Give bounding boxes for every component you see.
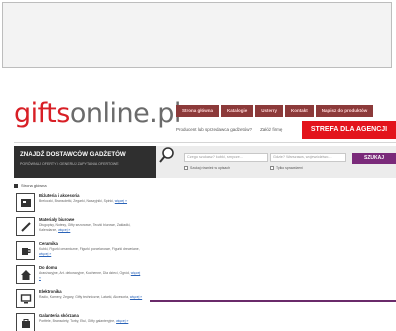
checkbox-icon[interactable] — [270, 166, 274, 170]
producer-question: Producent lub sprzedawca gadżetów? — [176, 127, 253, 132]
nav-tab-katalogie[interactable]: Katalogie — [221, 105, 254, 117]
category-title[interactable]: Do domu — [39, 265, 143, 270]
category-item[interactable]: Ceramika Kubki, Figurki ceramiczne, Figu… — [14, 239, 146, 262]
category-title[interactable]: Galanteria skórzana — [39, 313, 143, 318]
site-logo[interactable]: giftsonline.pl — [14, 100, 181, 127]
header-divider — [14, 142, 396, 143]
logo-part-online: online.pl — [69, 98, 182, 129]
search-query-input[interactable]: Czego szukasz? kubki, smycze... — [184, 153, 268, 162]
magnifier-icon — [159, 147, 174, 163]
nav-tab-napisz[interactable]: Napisz do produktów — [315, 105, 374, 117]
verified-only-checkbox[interactable]: Tylko sprawdzeni — [270, 166, 303, 170]
category-item[interactable]: Biżuteria i akcesoria Breloczki, Bransol… — [14, 191, 146, 214]
category-item[interactable]: Galanteria skórzana Portfele, Bransolety… — [14, 311, 146, 331]
category-title[interactable]: Ceramika — [39, 241, 143, 246]
bag-icon — [16, 313, 35, 331]
home-icon — [14, 183, 18, 188]
breadcrumb: Strona główna — [14, 183, 47, 188]
agency-zone-button[interactable]: STREFA DLA AGENCJI — [302, 121, 396, 139]
checkbox-label: Szukaj również w opisach — [190, 166, 231, 170]
category-desc: Długopisy, Notesy, Gifty sezonowe, Teczk… — [39, 223, 131, 232]
category-more-link[interactable]: więcej » — [115, 199, 127, 203]
mug-icon — [16, 241, 35, 260]
category-desc: Radio, Kamery, Zegary, Gifty techniczne,… — [39, 295, 129, 299]
subnav: Producent lub sprzedawca gadżetów? Załóż… — [176, 127, 282, 132]
pen-icon — [16, 217, 35, 236]
category-item[interactable]: Do domu Aranżacyjne, Art. dekoracyjne, K… — [14, 263, 146, 286]
content-divider — [150, 300, 396, 302]
card-icon — [16, 193, 35, 212]
nav-tab-home[interactable]: Strona główna — [176, 105, 220, 117]
category-title[interactable]: Materiały biurowe — [39, 217, 143, 222]
category-desc: Breloczki, Bransoletki, Zegarki, Naszyjn… — [39, 199, 114, 203]
nav-tab-usterry[interactable]: Usterry — [255, 105, 284, 117]
category-desc: Aranżacyjne, Art. dekoracyjne, Kuchenne,… — [39, 271, 130, 275]
search-descriptions-checkbox[interactable]: Szukaj również w opisach — [184, 166, 230, 170]
logo-part-gifts: gifts — [14, 98, 70, 129]
top-ad-banner — [2, 2, 392, 68]
search-headline-box: ZNAJDŹ DOSTAWCÓW GADŻETÓW PORÓWNUJ OFERT… — [14, 146, 156, 178]
category-more-link[interactable]: więcej » — [58, 228, 70, 232]
checkbox-icon[interactable] — [184, 166, 188, 170]
register-link[interactable]: Załóż firmę — [260, 127, 282, 132]
monitor-icon — [16, 289, 35, 308]
category-more-link[interactable]: więcej » — [39, 252, 51, 256]
category-desc: Portfele, Bransolety, Torby, Etui, Gifty… — [39, 319, 116, 323]
search-headline: ZNAJDŹ DOSTAWCÓW GADŻETÓW — [20, 151, 126, 158]
house-icon — [16, 265, 35, 284]
search-subline: PORÓWNUJ OFERTY I GENERUJ ZAPYTANIA OFER… — [20, 162, 119, 166]
top-nav: Strona główna Katalogie Usterry Kontakt … — [176, 105, 374, 117]
breadcrumb-home[interactable]: Strona główna — [21, 183, 47, 188]
category-more-link[interactable]: więcej » — [130, 295, 142, 299]
category-desc: Kubki, Figurki ceramiczne, Figurki porce… — [39, 247, 140, 251]
category-item[interactable]: Materiały biurowe Długopisy, Notesy, Gif… — [14, 215, 146, 238]
search-button[interactable]: SZUKAJ — [352, 153, 396, 164]
category-item[interactable]: Elektronika Radio, Kamery, Zegary, Gifty… — [14, 287, 146, 310]
checkbox-label: Tylko sprawdzeni — [276, 166, 303, 170]
search-location-input[interactable]: Gdzie? Warszawa, województwo... — [270, 153, 346, 162]
category-sidebar: Biżuteria i akcesoria Breloczki, Bransol… — [14, 191, 146, 331]
category-more-link[interactable]: więcej » — [116, 319, 128, 323]
nav-tab-kontakt[interactable]: Kontakt — [285, 105, 314, 117]
category-title[interactable]: Elektronika — [39, 289, 143, 294]
category-title[interactable]: Biżuteria i akcesoria — [39, 193, 143, 198]
